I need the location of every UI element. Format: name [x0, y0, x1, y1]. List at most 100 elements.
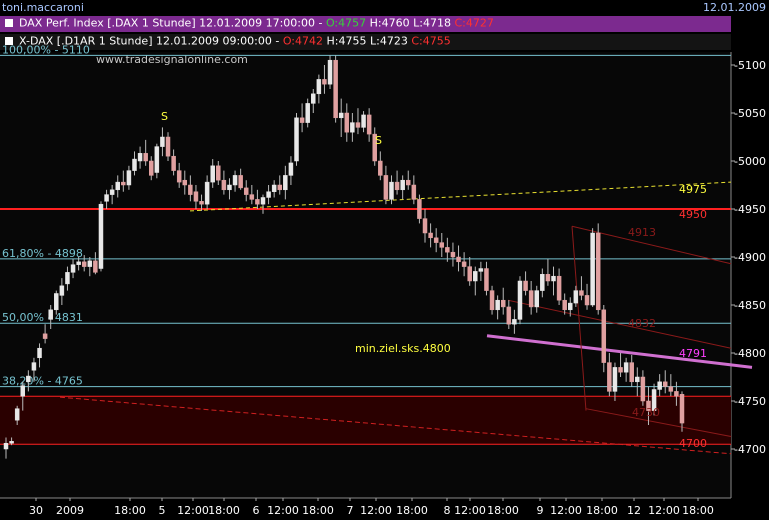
- candle-body: [132, 158, 137, 171]
- candle-body: [338, 112, 344, 119]
- candle-body: [54, 293, 59, 311]
- candle-body: [311, 93, 316, 104]
- candle-body: [26, 375, 31, 383]
- candle-body: [674, 391, 679, 397]
- candle-body: [42, 333, 48, 339]
- candle-body: [104, 194, 109, 202]
- candle-body: [383, 175, 389, 200]
- candle-body: [361, 114, 366, 128]
- candle-body: [98, 203, 104, 269]
- candle-body: [528, 290, 534, 308]
- candle-body: [456, 256, 461, 263]
- candle-body: [618, 367, 623, 373]
- candle-body: [121, 181, 126, 186]
- fib-label-4831: 50,00% - 4831: [2, 311, 83, 324]
- candle-body: [450, 251, 456, 258]
- candle-body: [534, 290, 539, 308]
- candle-body: [445, 247, 450, 253]
- candle-body: [65, 272, 70, 285]
- candle-body: [484, 268, 489, 291]
- fib-label-4898: 61,80% - 4898: [2, 247, 83, 260]
- x-tick-label: 12:00: [177, 504, 209, 517]
- candle-body: [327, 59, 333, 85]
- candle-body: [540, 274, 545, 291]
- candle-body: [9, 441, 14, 444]
- annotation-label: 4913: [628, 226, 656, 239]
- candle-body: [629, 362, 634, 383]
- candle-body: [70, 264, 76, 273]
- candle-body: [461, 261, 467, 267]
- candle-body: [433, 237, 439, 243]
- x-tick-label: 18:00: [114, 504, 146, 517]
- candle-body: [512, 319, 517, 325]
- annotation-label: 4832: [628, 317, 656, 330]
- candle-body: [322, 79, 327, 85]
- candle-body: [556, 275, 562, 301]
- candle-body: [165, 136, 171, 157]
- candle-body: [204, 181, 210, 205]
- candle-body: [149, 160, 154, 176]
- candle-body: [344, 112, 350, 133]
- candle-body: [517, 280, 523, 320]
- price-chart[interactable]: www.tradesignalonline.com100,00% - 51106…: [0, 0, 769, 520]
- candle-body: [473, 271, 478, 282]
- x-tick-label: 18:00: [487, 504, 519, 517]
- candle-body: [193, 191, 199, 202]
- fib-label-4765: 38,20% - 4765: [2, 375, 83, 388]
- candle-body: [411, 184, 417, 200]
- candle-body: [601, 309, 607, 363]
- x-tick-label: 18:00: [208, 504, 240, 517]
- y-tick-label: -5100: [734, 59, 766, 72]
- x-tick-label: 12: [627, 504, 641, 517]
- y-tick-label: -4900: [734, 251, 766, 264]
- candle-body: [568, 302, 573, 311]
- x-tick-label: 18:00: [302, 504, 334, 517]
- x-tick-label: 9: [537, 504, 544, 517]
- candle-body: [182, 179, 188, 186]
- candle-body: [573, 290, 579, 304]
- candle-body: [333, 59, 338, 119]
- candle-body: [467, 266, 472, 282]
- annotation-label: S: [375, 134, 382, 147]
- candle-body: [422, 218, 428, 234]
- candle-body: [255, 199, 260, 205]
- candle-body: [316, 79, 322, 95]
- annotation-label: 4730: [632, 406, 660, 419]
- candle-body: [495, 299, 500, 311]
- annotation-label: min.ziel.sks.4800: [355, 342, 451, 355]
- y-tick-label: -4850: [734, 299, 766, 312]
- y-tick-label: -4800: [734, 347, 766, 360]
- candle-body: [210, 165, 215, 183]
- candle-body: [305, 103, 310, 123]
- x-tick-label: 8: [444, 504, 451, 517]
- candle-body: [31, 362, 37, 371]
- annotation-label: 4700: [679, 437, 707, 450]
- candle-body: [76, 261, 81, 265]
- candle-body: [171, 155, 176, 171]
- x-tick-label: 5: [159, 504, 166, 517]
- x-tick-label: 12:00: [360, 504, 392, 517]
- candle-body: [81, 261, 87, 267]
- candle-body: [595, 232, 601, 311]
- support-zone: [0, 396, 731, 445]
- candle-body: [199, 201, 204, 205]
- x-tick-label: 12:00: [648, 504, 680, 517]
- candle-body: [366, 114, 372, 135]
- candle-body: [14, 408, 20, 421]
- x-tick-label: 2009: [56, 504, 84, 517]
- x-tick-label: 18:00: [682, 504, 714, 517]
- candle-body: [612, 367, 618, 392]
- annotation-label: 4950: [679, 208, 707, 221]
- candle-body: [137, 153, 143, 162]
- candle-body: [277, 184, 283, 191]
- candle-body: [143, 153, 148, 162]
- candle-body: [271, 184, 277, 192]
- annotation-label: S: [161, 110, 168, 123]
- candle-body: [188, 184, 193, 195]
- candle-body: [176, 170, 182, 183]
- candle-body: [579, 290, 584, 296]
- x-tick-label: 7: [347, 504, 354, 517]
- candle-body: [394, 181, 400, 191]
- candle-body: [37, 347, 42, 359]
- candle-body: [668, 386, 674, 392]
